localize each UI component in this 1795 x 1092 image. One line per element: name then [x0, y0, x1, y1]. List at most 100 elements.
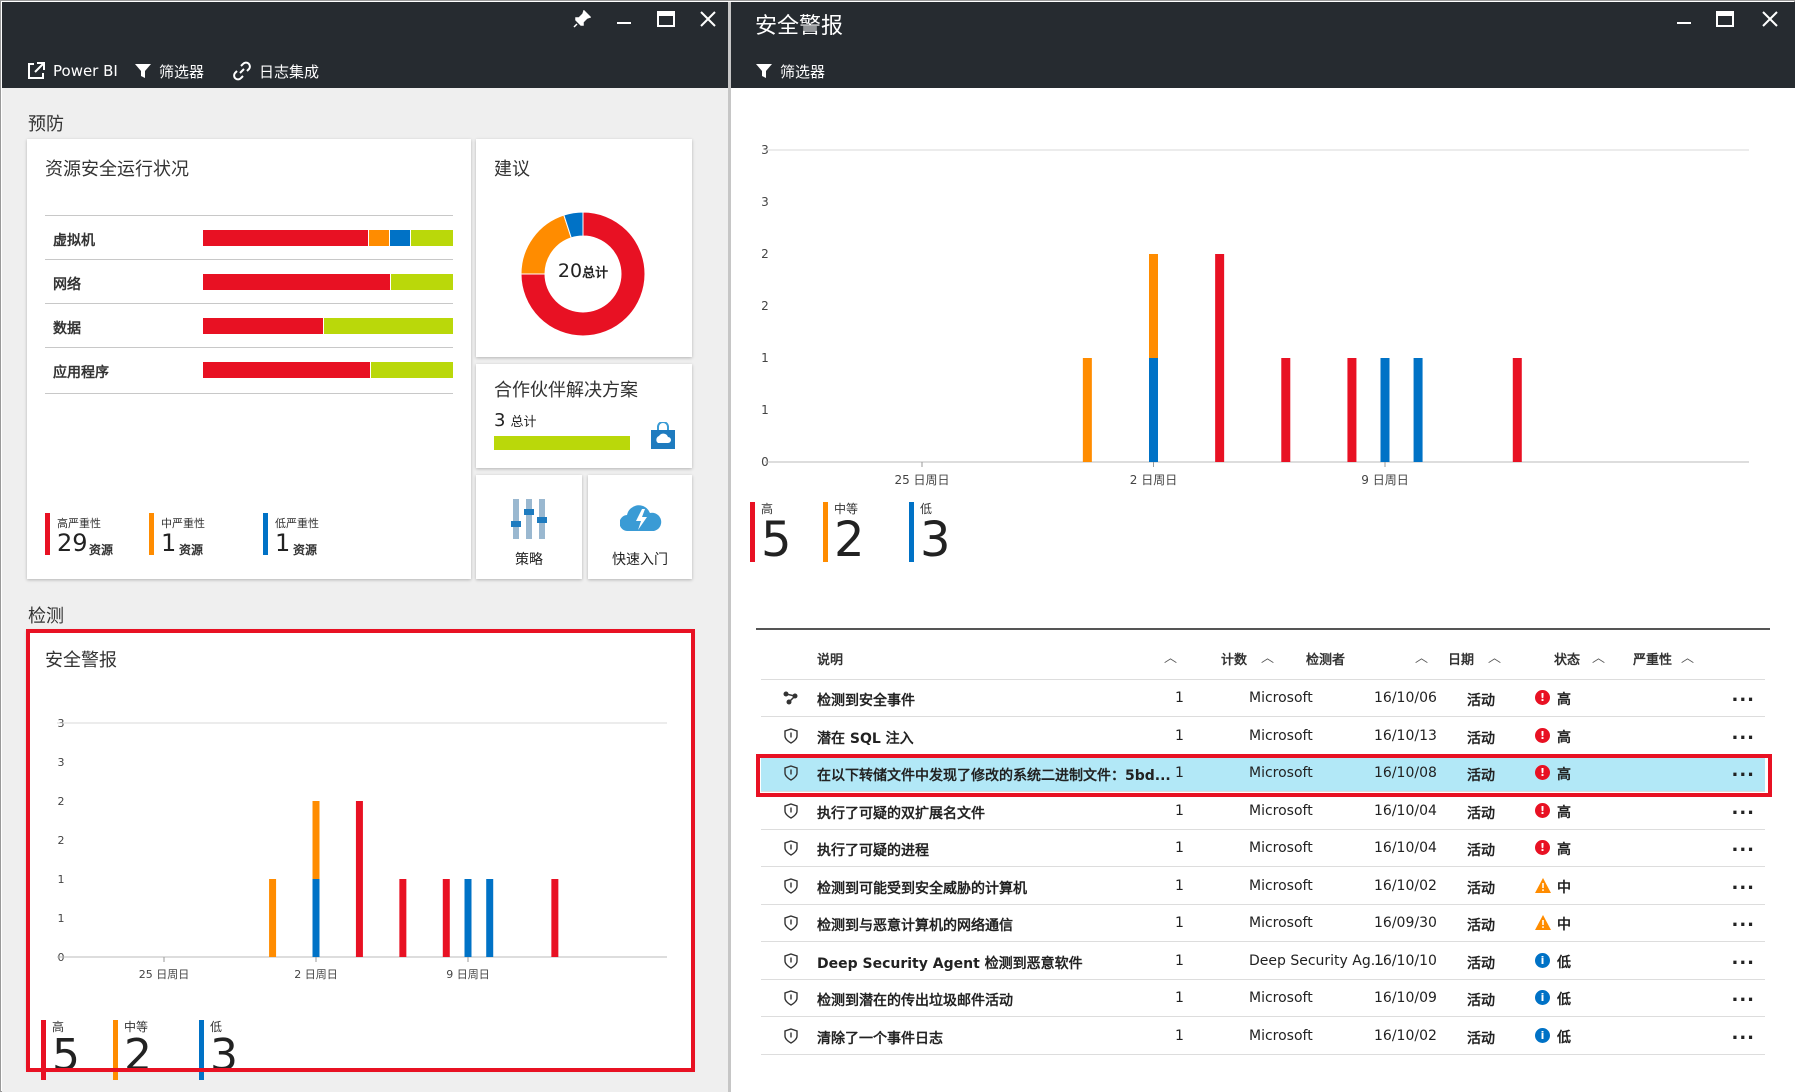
- alert-severity: 低: [1557, 992, 1571, 1008]
- table-row[interactable]: 检测到潜在的传出垃圾邮件活动 1 Microsoft 16/10/09 活动 i 低...: [761, 980, 1765, 1017]
- sort-chevron-icon[interactable]: ︿: [1415, 647, 1428, 666]
- table-row[interactable]: 清除了一个事件日志 1 Microsoft 16/10/02 活动 i 低...: [761, 1018, 1765, 1055]
- x-tick-label: 25 日周日: [894, 473, 949, 487]
- shield-icon: [784, 915, 798, 931]
- health-row-label: 虚拟机: [53, 233, 95, 249]
- table-row[interactable]: 检测到与恶意计算机的网络通信 1 Microsoft 16/09/30 活动 中...: [761, 905, 1765, 942]
- powerbi-button[interactable]: Power BI: [26, 59, 118, 83]
- alert-state: 活动: [1467, 693, 1495, 709]
- sort-chevron-icon[interactable]: ︿: [1592, 647, 1605, 666]
- alert-severity: 高: [1557, 692, 1571, 708]
- health-row[interactable]: 虚拟机: [45, 215, 453, 259]
- table-row[interactable]: 检测到可能受到安全威胁的计算机 1 Microsoft 16/10/02 活动 中...: [761, 868, 1765, 905]
- health-row[interactable]: 应用程序: [45, 347, 453, 391]
- more-options-button[interactable]: ...: [1731, 948, 1755, 969]
- alert-date: 16/10/04: [1374, 840, 1437, 856]
- severity-count: 1: [161, 529, 177, 557]
- health-bar-segment-high: [203, 362, 370, 378]
- alert-severity: 低: [1557, 954, 1571, 971]
- sort-chevron-icon[interactable]: ︿: [1488, 647, 1501, 666]
- alert-severity: 高: [1557, 729, 1571, 746]
- table-row[interactable]: 执行了可疑的双扩展名文件 1 Microsoft 16/10/04 活动! 高...: [761, 793, 1765, 830]
- alert-detector: Microsoft: [1249, 1027, 1313, 1044]
- maximize-icon[interactable]: [1716, 10, 1734, 30]
- severity-color-bar: [263, 513, 268, 555]
- column-header-severity[interactable]: 严重性: [1633, 649, 1672, 668]
- alert-severity: 中: [1557, 917, 1571, 933]
- filter-button[interactable]: 筛选器: [134, 59, 204, 83]
- alert-date: 16/10/02: [1374, 877, 1437, 894]
- minimize-icon[interactable]: [615, 8, 633, 29]
- maximize-icon[interactable]: [657, 10, 675, 30]
- alert-state: 活动: [1467, 993, 1495, 1009]
- severity-unit: 资源: [293, 543, 318, 557]
- sort-chevron-icon[interactable]: ︿: [1261, 647, 1274, 666]
- resource-health-tile[interactable]: 资源安全运行状况 虚拟机 网络 数据 应用程序 高严重性 29 资源 中严重性 1 资源 低严重性…: [27, 139, 471, 579]
- close-icon[interactable]: [1762, 10, 1778, 30]
- log-integration-label: 日志集成: [259, 62, 320, 81]
- column-header-detector[interactable]: 检测者: [1306, 649, 1345, 668]
- more-options-button[interactable]: ...: [1731, 835, 1755, 856]
- more-options-button[interactable]: ...: [1731, 798, 1755, 819]
- column-header-count[interactable]: 计数: [1221, 649, 1247, 668]
- security-alerts-blade: 安全警报 筛选器 0 1 1 2 2 3 3 25 日周日 2 日周日 9 日周日 高 5 中等 2 低 3…: [731, 2, 1795, 1092]
- policy-label: 策略: [515, 552, 543, 568]
- more-options-button[interactable]: ...: [1731, 985, 1755, 1006]
- more-options-button[interactable]: ...: [1731, 685, 1755, 706]
- quickstart-tile[interactable]: 快速入门: [588, 475, 692, 579]
- security-alerts-bar-chart: 011223325 日周日 2 日周日 9 日周日: [761, 143, 1749, 487]
- error-icon: !: [1535, 690, 1550, 705]
- alerts-filter-button[interactable]: 筛选器: [755, 59, 825, 83]
- health-stacked-bar: [203, 230, 453, 246]
- table-row[interactable]: 检测到安全事件 1 Microsoft 16/10/06 活动! 高...: [761, 680, 1765, 717]
- partner-solutions-title: 合作伙伴解决方案: [494, 380, 638, 401]
- column-header-description[interactable]: 说明: [817, 649, 843, 668]
- more-options-button[interactable]: ...: [1731, 723, 1755, 744]
- column-header-date[interactable]: 日期: [1448, 649, 1474, 668]
- log-integration-button[interactable]: 日志集成: [232, 59, 319, 83]
- table-row[interactable]: 执行了可疑的进程 1 Microsoft 16/10/04 活动! 高...: [761, 830, 1765, 867]
- column-header-state[interactable]: 状态: [1554, 649, 1580, 668]
- table-row[interactable]: 潜在 SQL 注入 1 Microsoft 16/10/13 活动! 高...: [761, 718, 1765, 755]
- alert-state: 活动: [1467, 1030, 1495, 1047]
- recommendations-tile[interactable]: 建议 20总计: [476, 139, 692, 357]
- policy-tile[interactable]: 策略: [476, 475, 582, 579]
- table-row[interactable]: Deep Security Agent 检测到恶意软件 1 Deep Securit…: [761, 943, 1765, 980]
- alert-date: 16/10/02: [1374, 1027, 1437, 1044]
- security-alerts-blade-title: 安全警报: [755, 14, 844, 39]
- alert-date: 16/10/10: [1374, 952, 1437, 969]
- alert-description: 潜在 SQL 注入: [817, 730, 914, 747]
- alert-date: 16/10/13: [1374, 727, 1437, 744]
- error-icon: !: [1535, 802, 1550, 818]
- severity-color-bar: [45, 513, 50, 555]
- alert-state: 活动: [1467, 918, 1495, 934]
- partner-solutions-tile[interactable]: 合作伙伴解决方案 3 总计: [476, 364, 692, 468]
- info-icon: i: [1535, 990, 1550, 1005]
- recommendations-total-label: 总计: [582, 266, 609, 281]
- more-options-button[interactable]: ...: [1731, 873, 1755, 894]
- pin-icon[interactable]: [573, 9, 592, 31]
- alert-description: 清除了一个事件日志: [817, 1030, 943, 1047]
- health-bar-segment-medium: [369, 230, 390, 246]
- quickstart-label: 快速入门: [612, 552, 668, 568]
- alert-detector: Microsoft: [1249, 990, 1313, 1006]
- alert-count: 1: [1175, 690, 1184, 706]
- alert-count: 1: [1175, 877, 1184, 894]
- more-options-button[interactable]: ...: [1731, 910, 1755, 931]
- severity-summary-item: 中严重性 1 资源: [149, 513, 249, 557]
- sort-chevron-icon[interactable]: ︿: [1681, 647, 1694, 666]
- filter-label: 筛选器: [159, 62, 205, 81]
- alert-severity: 高: [1557, 804, 1571, 821]
- health-row[interactable]: 数据: [45, 303, 453, 347]
- minimize-icon[interactable]: [1675, 8, 1693, 29]
- health-row[interactable]: 网络: [45, 259, 453, 303]
- health-table-bottom-divider: [45, 393, 453, 394]
- alert-state: 活动: [1467, 880, 1495, 897]
- sort-chevron-icon[interactable]: ︿: [1164, 647, 1177, 666]
- alert-detector: Microsoft: [1249, 877, 1313, 894]
- close-icon[interactable]: [700, 10, 716, 30]
- more-options-button[interactable]: ...: [1731, 1023, 1755, 1044]
- y-tick-label: 2: [761, 247, 769, 261]
- alert-description: 检测到潜在的传出垃圾邮件活动: [817, 993, 1013, 1009]
- alert-detector: Microsoft: [1249, 690, 1313, 706]
